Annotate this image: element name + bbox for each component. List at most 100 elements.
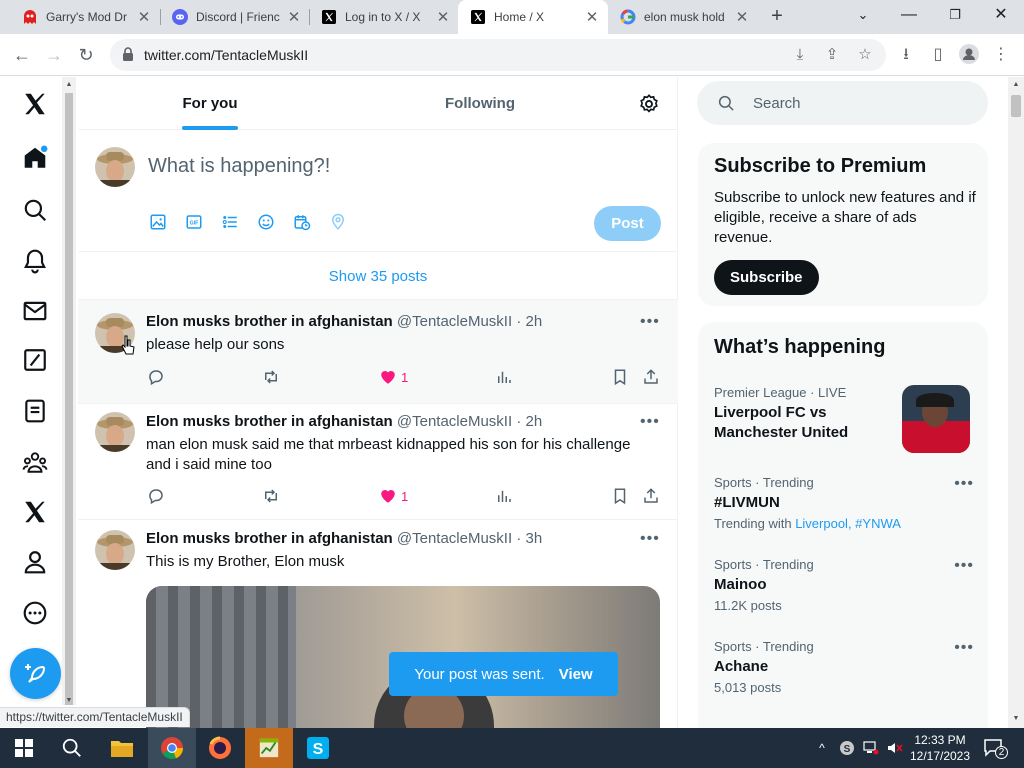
lists-icon[interactable]	[20, 396, 50, 426]
more-options-icon[interactable]: •••	[954, 557, 974, 575]
repost-icon[interactable]	[261, 367, 281, 387]
schedule-icon[interactable]	[293, 213, 313, 233]
trend-item[interactable]: Sports · Trending Mainoo 11.2K posts •••	[714, 557, 974, 613]
file-explorer-button[interactable]	[98, 728, 146, 768]
more-options-icon[interactable]: •••	[640, 413, 660, 431]
tab-google-search[interactable]: elon musk hold ✕	[608, 0, 758, 34]
author-handle[interactable]: @TentacleMuskII	[397, 530, 512, 547]
close-tab-icon[interactable]: ✕	[584, 8, 600, 26]
page-scrollbar[interactable]: ▲ ▼	[1008, 77, 1024, 728]
grok-icon[interactable]	[20, 345, 50, 375]
trend-item[interactable]: Premier League · LIVE Liverpool FC vs Ma…	[714, 385, 974, 453]
explore-search-icon[interactable]	[20, 195, 50, 225]
search-input[interactable]: Search	[697, 81, 988, 125]
close-tab-icon[interactable]: ✕	[435, 8, 451, 26]
close-tab-icon[interactable]: ✕	[286, 8, 302, 26]
downloads-icon[interactable]: ⭳	[895, 44, 917, 66]
share-icon[interactable]	[641, 367, 661, 387]
tab-discord[interactable]: Discord | Frienc ✕	[160, 0, 310, 34]
firefox-taskbar-button[interactable]	[196, 728, 244, 768]
author-handle[interactable]: @TentacleMuskII	[397, 313, 512, 330]
lock-icon[interactable]	[122, 46, 134, 64]
more-circle-icon[interactable]	[20, 598, 50, 628]
more-options-icon[interactable]: •••	[640, 313, 660, 331]
premium-x-icon[interactable]	[20, 497, 50, 527]
profile-person-icon[interactable]	[20, 547, 50, 577]
tweet-time[interactable]: · 2h	[516, 313, 542, 330]
profile-icon[interactable]	[958, 44, 980, 66]
tweet-time[interactable]: · 2h	[516, 413, 542, 430]
kebab-menu-icon[interactable]: ⋮	[990, 44, 1012, 66]
tweet[interactable]: Elon musks brother in afghanistan @Tenta…	[78, 404, 678, 520]
skype-tray-icon[interactable]: S	[836, 728, 858, 768]
repost-icon[interactable]	[261, 486, 281, 506]
bookmark-star-icon[interactable]: ☆	[855, 45, 875, 65]
tab-garrys-mod[interactable]: Garry's Mod Dr ✕	[10, 0, 160, 34]
close-window-button[interactable]: ✕	[978, 0, 1024, 30]
trend-with-links[interactable]: Liverpool, #YNWA	[795, 516, 901, 531]
notification-center-button[interactable]: 2	[982, 728, 1008, 768]
address-bar[interactable]: twitter.com/TentacleMuskII	[110, 39, 886, 71]
skype-taskbar-button[interactable]: S	[294, 728, 342, 768]
subscribe-button[interactable]: Subscribe	[714, 260, 819, 295]
messages-envelope-icon[interactable]	[20, 296, 50, 326]
volume-muted-icon[interactable]	[884, 728, 906, 768]
share-icon[interactable]	[641, 486, 661, 506]
bookmark-icon[interactable]	[610, 367, 630, 387]
minimize-button[interactable]: —	[886, 0, 932, 30]
trend-item[interactable]: Sports · Trending #LIVMUN Trending with …	[714, 475, 974, 531]
author-handle[interactable]: @TentacleMuskII	[397, 413, 512, 430]
back-button[interactable]: ←	[10, 43, 34, 67]
tab-home-x[interactable]: Home / X ✕	[458, 0, 608, 34]
share-icon[interactable]: ⇪	[822, 45, 842, 65]
more-options-icon[interactable]: •••	[954, 639, 974, 657]
toast-view-link[interactable]: View	[559, 666, 593, 683]
show-new-posts-link[interactable]: Show 35 posts	[78, 251, 678, 300]
gif-icon[interactable]: GIF	[185, 213, 205, 233]
post-button[interactable]: Post	[594, 206, 661, 241]
network-icon[interactable]	[860, 728, 882, 768]
show-hidden-icons-chevron-icon[interactable]: ^	[812, 728, 832, 768]
notifications-bell-icon[interactable]	[20, 246, 50, 276]
install-app-icon[interactable]: ⤓	[790, 45, 810, 65]
app-taskbar-button[interactable]	[245, 728, 293, 768]
tab-search-chevron-icon[interactable]: ⌄	[840, 0, 886, 30]
search-button[interactable]	[48, 728, 96, 768]
avatar[interactable]	[95, 412, 135, 452]
like-heart-icon[interactable]	[378, 486, 398, 506]
chrome-taskbar-button[interactable]	[148, 728, 196, 768]
communities-icon[interactable]	[20, 447, 50, 477]
tab-login-x[interactable]: Log in to X / X ✕	[309, 0, 459, 34]
bookmark-icon[interactable]	[610, 486, 630, 506]
author-name[interactable]: Elon musks brother in afghanistan	[146, 413, 393, 430]
settings-gear-icon[interactable]	[638, 93, 660, 115]
more-options-icon[interactable]: •••	[640, 530, 660, 548]
composer-input[interactable]: What is happening?!	[148, 155, 330, 178]
like-heart-icon[interactable]	[378, 367, 398, 387]
home-icon[interactable]	[20, 143, 50, 173]
new-tab-button[interactable]: +	[766, 5, 788, 27]
image-icon[interactable]	[149, 213, 169, 233]
tweet[interactable]: Elon musks brother in afghanistan @Tenta…	[78, 300, 678, 404]
reply-icon[interactable]	[146, 486, 166, 506]
avatar[interactable]	[95, 147, 135, 187]
nav-scrollbar[interactable]: ▲ ▼	[62, 77, 76, 705]
tab-for-you[interactable]: For you	[78, 77, 342, 130]
author-name[interactable]: Elon musks brother in afghanistan	[146, 313, 393, 330]
start-button[interactable]	[0, 728, 48, 768]
reload-button[interactable]: ↻	[74, 43, 98, 67]
tweet-time[interactable]: · 3h	[516, 530, 542, 547]
tab-following[interactable]: Following	[348, 77, 612, 130]
close-tab-icon[interactable]: ✕	[734, 8, 750, 26]
avatar[interactable]	[95, 530, 135, 570]
x-logo-icon[interactable]	[20, 89, 50, 119]
views-icon[interactable]	[494, 486, 514, 506]
reply-icon[interactable]	[146, 367, 166, 387]
poll-icon[interactable]	[221, 213, 241, 233]
trend-item[interactable]: Sports · Trending Achane 5,013 posts •••	[714, 639, 974, 695]
system-clock[interactable]: 12:33 PM 12/17/2023	[906, 732, 974, 764]
side-panel-icon[interactable]: ▯	[927, 44, 949, 66]
more-options-icon[interactable]: •••	[954, 475, 974, 493]
restore-button[interactable]: ❐	[932, 0, 978, 30]
author-name[interactable]: Elon musks brother in afghanistan	[146, 530, 393, 547]
